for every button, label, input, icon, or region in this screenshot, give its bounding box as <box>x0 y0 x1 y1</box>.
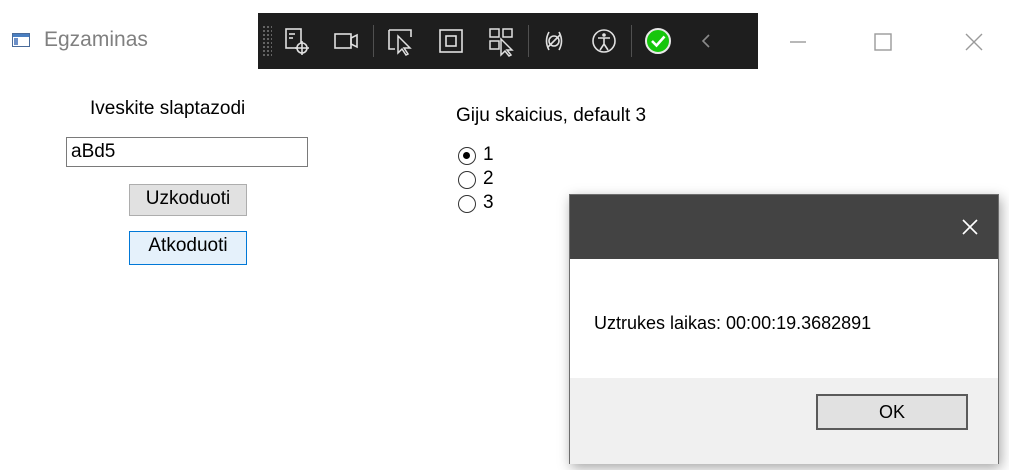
video-camera-icon[interactable] <box>328 21 364 61</box>
radio-label: 1 <box>483 144 494 165</box>
window-title: Egzaminas <box>44 28 148 51</box>
dialog-titlebar <box>570 195 998 259</box>
radio-label: 2 <box>483 168 494 189</box>
debug-toolbar <box>258 13 758 69</box>
password-label: Iveskite slaptazodi <box>90 98 246 119</box>
accessibility-icon[interactable] <box>586 21 622 61</box>
close-icon[interactable] <box>944 12 1004 72</box>
toolbar-separator <box>373 25 374 57</box>
radio-button[interactable] <box>458 171 476 189</box>
dialog-footer: OK <box>570 378 998 464</box>
minimize-icon[interactable] <box>768 12 828 72</box>
select-element-icon[interactable] <box>383 21 419 61</box>
encode-button[interactable]: Uzkoduoti <box>129 184 247 216</box>
radio-button[interactable] <box>458 195 476 213</box>
elapsed-time-message: Uztrukes laikas: 00:00:19.3682891 <box>594 313 872 333</box>
window-titlebar: Egzaminas <box>0 0 1009 84</box>
live-visual-tree-icon[interactable] <box>278 21 314 61</box>
radio-selected-dot <box>463 152 470 159</box>
toolbar-separator <box>631 25 632 57</box>
hot-reload-check-icon[interactable] <box>640 21 676 61</box>
radio-label: 3 <box>483 192 494 213</box>
toolbar-grip-icon[interactable] <box>262 25 272 57</box>
close-icon[interactable] <box>948 203 992 251</box>
app-window-icon <box>12 33 30 47</box>
track-focus-icon[interactable] <box>483 21 519 61</box>
password-input[interactable] <box>66 137 308 167</box>
collapse-chevron-icon[interactable] <box>688 21 724 61</box>
message-dialog: Uztrukes laikas: 00:00:19.3682891 OK <box>569 194 999 464</box>
binding-failures-icon[interactable] <box>536 21 572 61</box>
ok-button[interactable]: OK <box>816 394 968 430</box>
display-layout-adorners-icon[interactable] <box>433 21 469 61</box>
thread-count-label: Giju skaicius, default 3 <box>456 105 647 126</box>
radio-button[interactable] <box>458 147 476 165</box>
toolbar-separator <box>528 25 529 57</box>
maximize-icon[interactable] <box>853 12 913 72</box>
decode-button[interactable]: Atkoduoti <box>129 231 247 265</box>
